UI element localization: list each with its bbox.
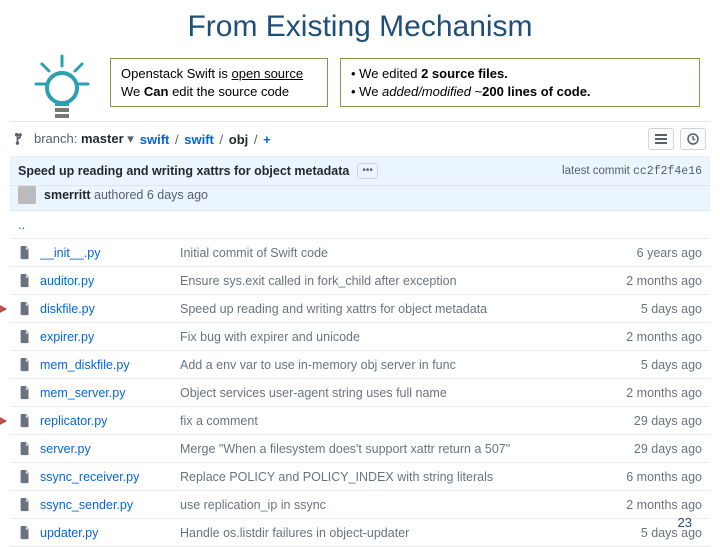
file-row[interactable]: ssync_sender.pyuse replication_ip in ssy… [10, 491, 710, 519]
crumb-add[interactable]: + [263, 132, 271, 147]
file-row[interactable]: mem_server.pyObject services user-agent … [10, 379, 710, 407]
file-commit-msg[interactable]: Initial commit of Swift code [180, 246, 612, 260]
file-name[interactable]: ssync_sender.py [40, 498, 180, 512]
text-underline: open source [232, 66, 304, 81]
file-time: 6 months ago [612, 470, 702, 484]
commit-message[interactable]: Speed up reading and writing xattrs for … [18, 164, 349, 178]
file-row[interactable]: server.pyMerge "When a filesystem does't… [10, 435, 710, 463]
file-row[interactable]: mem_diskfile.pyAdd a env var to use in-m… [10, 351, 710, 379]
file-icon [18, 330, 32, 344]
crumb-current: obj [229, 132, 249, 147]
file-icon [18, 526, 32, 540]
file-time: 5 days ago [612, 358, 702, 372]
file-row[interactable]: __init__.pyInitial commit of Swift code6… [10, 239, 710, 267]
callouts-area: Openstack Swift is open source We Can ed… [0, 58, 720, 117]
file-commit-msg[interactable]: Replace POLICY and POLICY_INDEX with str… [180, 470, 612, 484]
file-list: .. __init__.pyInitial commit of Swift co… [10, 211, 710, 547]
commit-author-bar: smerritt authored 6 days ago [10, 186, 710, 211]
file-commit-msg[interactable]: Speed up reading and writing xattrs for … [180, 302, 612, 316]
file-row[interactable]: updater.pyHandle os.listdir failures in … [10, 519, 710, 547]
text-italic: added/modified [382, 84, 471, 99]
branch-label: branch: master ▾ [34, 131, 134, 147]
file-name[interactable]: updater.py [40, 526, 180, 540]
commit-expand-button[interactable]: ••• [357, 163, 378, 179]
commit-info: latest commit cc2f2f4e16 [562, 165, 702, 178]
file-commit-msg[interactable]: fix a comment [180, 414, 612, 428]
page-number: 23 [678, 515, 692, 530]
crumb-link[interactable]: swift [140, 132, 170, 147]
file-row[interactable]: ssync_receiver.pyReplace POLICY and POLI… [10, 463, 710, 491]
file-icon [18, 442, 32, 456]
branch-name[interactable]: master [81, 131, 124, 146]
pointer-arrow-icon [0, 415, 7, 427]
file-name[interactable]: mem_server.py [40, 386, 180, 400]
list-view-button[interactable] [648, 128, 674, 150]
pointer-arrow-icon [0, 303, 7, 315]
file-row[interactable]: diskfile.pySpeed up reading and writing … [10, 295, 710, 323]
text-bold: 2 source files. [421, 66, 508, 81]
file-commit-msg[interactable]: use replication_ip in ssync [180, 498, 612, 512]
text: • We edited [351, 66, 421, 81]
breadcrumb: swift / swift / obj / + [140, 132, 271, 147]
file-icon [18, 470, 32, 484]
file-row[interactable]: replicator.pyfix a comment29 days ago [10, 407, 710, 435]
text-bold: 200 lines of code. [482, 84, 590, 99]
file-name[interactable]: replicator.py [40, 414, 180, 428]
file-commit-msg[interactable]: Ensure sys.exit called in fork_child aft… [180, 274, 612, 288]
branch-icon [14, 132, 28, 146]
file-name[interactable]: auditor.py [40, 274, 180, 288]
parent-dir-row[interactable]: .. [10, 211, 710, 239]
file-name[interactable]: mem_diskfile.py [40, 358, 180, 372]
file-commit-msg[interactable]: Merge "When a filesystem does't support … [180, 442, 612, 456]
file-icon [18, 386, 32, 400]
text: edit the source code [168, 84, 289, 99]
lightbulb-icon [32, 54, 92, 124]
slide-title: From Existing Mechanism [0, 0, 720, 58]
file-commit-msg[interactable]: Add a env var to use in-memory obj serve… [180, 358, 612, 372]
text: • We [351, 84, 382, 99]
author-time: authored 6 days ago [91, 188, 208, 202]
file-time: 2 months ago [612, 330, 702, 344]
file-time: 6 years ago [612, 246, 702, 260]
crumb-link[interactable]: swift [184, 132, 214, 147]
file-row[interactable]: expirer.pyFix bug with expirer and unico… [10, 323, 710, 351]
text: Openstack Swift is [121, 66, 232, 81]
repo-browser: branch: master ▾ swift / swift / obj / +… [10, 121, 710, 547]
file-row[interactable]: auditor.pyEnsure sys.exit called in fork… [10, 267, 710, 295]
file-name[interactable]: diskfile.py [40, 302, 180, 316]
file-name[interactable]: server.py [40, 442, 180, 456]
avatar[interactable] [18, 186, 36, 204]
file-icon [18, 498, 32, 512]
author-name[interactable]: smerritt [44, 188, 91, 202]
file-time: 2 months ago [612, 498, 702, 512]
file-time: 2 months ago [612, 274, 702, 288]
file-icon [18, 246, 32, 260]
file-icon [18, 358, 32, 372]
commit-sha[interactable]: cc2f2f4e16 [633, 165, 702, 178]
file-name[interactable]: ssync_receiver.py [40, 470, 180, 484]
file-name[interactable]: expirer.py [40, 330, 180, 344]
file-time: 2 months ago [612, 386, 702, 400]
file-time: 29 days ago [612, 414, 702, 428]
file-commit-msg[interactable]: Object services user-agent string uses f… [180, 386, 612, 400]
text-bold: Can [144, 84, 169, 99]
file-commit-msg[interactable]: Handle os.listdir failures in object-upd… [180, 526, 612, 540]
file-icon [18, 302, 32, 316]
file-icon [18, 414, 32, 428]
callout-open-source: Openstack Swift is open source We Can ed… [110, 58, 328, 107]
file-time: 5 days ago [612, 302, 702, 316]
repo-header: branch: master ▾ swift / swift / obj / + [10, 122, 710, 157]
latest-commit-bar: Speed up reading and writing xattrs for … [10, 157, 710, 186]
callout-changes: • We edited 2 source files. • We added/m… [340, 58, 700, 107]
text: We [121, 84, 144, 99]
text: ~ [471, 84, 482, 99]
file-icon [18, 274, 32, 288]
history-button[interactable] [680, 128, 706, 150]
file-time: 29 days ago [612, 442, 702, 456]
file-commit-msg[interactable]: Fix bug with expirer and unicode [180, 330, 612, 344]
file-name[interactable]: __init__.py [40, 246, 180, 260]
